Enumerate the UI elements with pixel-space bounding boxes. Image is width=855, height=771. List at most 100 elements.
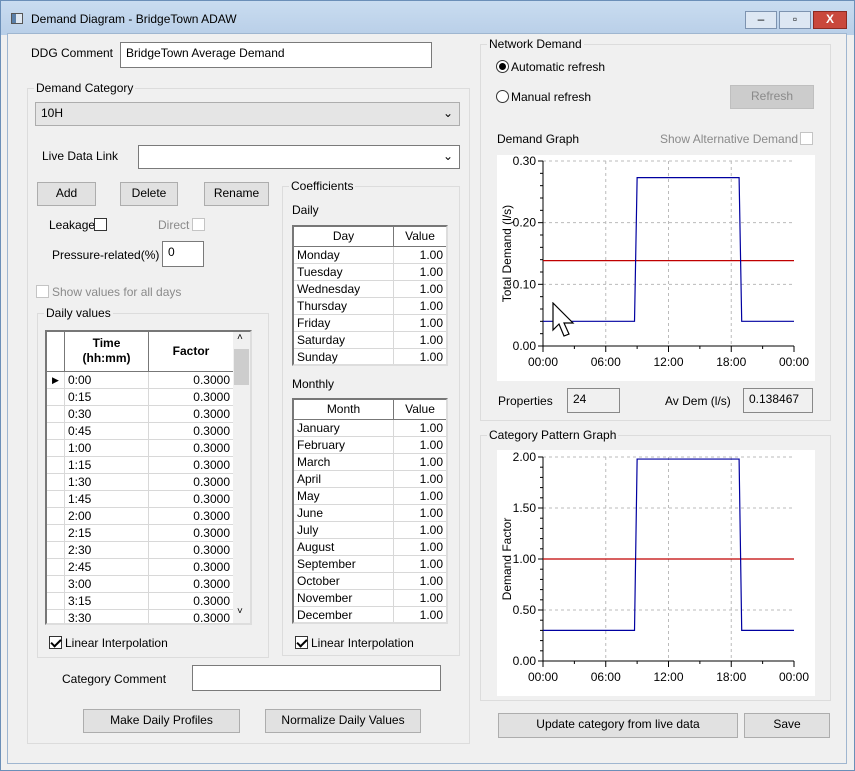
daily-coefficient-row[interactable]: Tuesday 1.00 xyxy=(294,264,446,281)
value-cell[interactable]: 1.00 xyxy=(394,332,446,348)
value-cell[interactable]: 1.00 xyxy=(394,247,446,263)
refresh-button[interactable]: Refresh xyxy=(730,85,814,109)
factor-cell[interactable]: 0.3000 xyxy=(149,508,234,524)
monthly-coefficient-row[interactable]: May 1.00 xyxy=(294,488,446,505)
time-cell[interactable]: 2:30 xyxy=(65,542,149,558)
monthly-coefficient-row[interactable]: October 1.00 xyxy=(294,573,446,590)
close-button[interactable]: X xyxy=(813,11,847,29)
factor-cell[interactable]: 0.3000 xyxy=(149,542,234,558)
row-header[interactable] xyxy=(47,423,65,439)
daily-value-row[interactable]: 3:00 0.3000 xyxy=(47,576,250,593)
value-cell[interactable]: 1.00 xyxy=(394,349,446,364)
value-cell[interactable]: 1.00 xyxy=(394,420,446,436)
time-cell[interactable]: 3:00 xyxy=(65,576,149,592)
ddg-comment-input[interactable]: BridgeTown Average Demand xyxy=(120,42,432,68)
time-cell[interactable]: 1:15 xyxy=(65,457,149,473)
factor-cell[interactable]: 0.3000 xyxy=(149,525,234,541)
value-cell[interactable]: 1.00 xyxy=(394,488,446,504)
time-cell[interactable]: 1:45 xyxy=(65,491,149,507)
factor-cell[interactable]: 0.3000 xyxy=(149,491,234,507)
value-cell[interactable]: 1.00 xyxy=(394,298,446,314)
row-header[interactable] xyxy=(47,559,65,575)
month-column-header[interactable]: Month xyxy=(294,400,394,419)
daily-value-row[interactable]: 2:30 0.3000 xyxy=(47,542,250,559)
monthly-coefficient-row[interactable]: November 1.00 xyxy=(294,590,446,607)
value-cell[interactable]: 1.00 xyxy=(394,471,446,487)
daily-linear-interpolation-checkbox[interactable] xyxy=(49,636,62,649)
add-button[interactable]: Add xyxy=(37,182,96,206)
daily-value-row[interactable]: 3:15 0.3000 xyxy=(47,593,250,610)
monthly-coefficient-row[interactable]: March 1.00 xyxy=(294,454,446,471)
delete-button[interactable]: Delete xyxy=(120,182,178,206)
daily-value-row[interactable]: 1:30 0.3000 xyxy=(47,474,250,491)
daily-coefficient-row[interactable]: Wednesday 1.00 xyxy=(294,281,446,298)
monthly-coefficient-row[interactable]: February 1.00 xyxy=(294,437,446,454)
value-cell[interactable]: 1.00 xyxy=(394,264,446,280)
value-cell[interactable]: 1.00 xyxy=(394,556,446,572)
time-cell[interactable]: 0:30 xyxy=(65,406,149,422)
time-cell[interactable]: 1:00 xyxy=(65,440,149,456)
daily-value-row[interactable]: 0:45 0.3000 xyxy=(47,423,250,440)
row-header[interactable] xyxy=(47,508,65,524)
update-category-button[interactable]: Update category from live data xyxy=(498,713,738,738)
value-cell[interactable]: 1.00 xyxy=(394,573,446,589)
daily-value-row[interactable]: 2:45 0.3000 xyxy=(47,559,250,576)
value-cell[interactable]: 1.00 xyxy=(394,522,446,538)
factor-cell[interactable]: 0.3000 xyxy=(149,423,234,439)
monthly-coefficient-row[interactable]: December 1.00 xyxy=(294,607,446,622)
daily-value-row[interactable]: 1:00 0.3000 xyxy=(47,440,250,457)
value-cell[interactable]: 1.00 xyxy=(394,607,446,622)
factor-cell[interactable]: 0.3000 xyxy=(149,389,234,405)
factor-cell[interactable]: 0.3000 xyxy=(149,440,234,456)
monthly-coefficient-row[interactable]: July 1.00 xyxy=(294,522,446,539)
scrollbar[interactable]: ˄ ˅ xyxy=(233,332,250,623)
value-cell[interactable]: 1.00 xyxy=(394,505,446,521)
pressure-related-input[interactable]: 0 xyxy=(162,241,204,267)
value-column-header[interactable]: Value xyxy=(394,227,446,246)
row-header[interactable] xyxy=(47,593,65,609)
current-row-arrow-icon[interactable]: ▶ xyxy=(47,372,65,388)
row-header[interactable] xyxy=(47,576,65,592)
row-header[interactable] xyxy=(47,440,65,456)
value-column-header[interactable]: Value xyxy=(394,400,446,419)
rename-button[interactable]: Rename xyxy=(204,182,269,206)
category-comment-input[interactable] xyxy=(192,665,441,691)
row-header[interactable] xyxy=(47,525,65,541)
daily-value-row[interactable]: 1:15 0.3000 xyxy=(47,457,250,474)
time-cell[interactable]: 0:45 xyxy=(65,423,149,439)
daily-value-row[interactable]: 0:15 0.3000 xyxy=(47,389,250,406)
automatic-refresh-radio[interactable] xyxy=(496,60,509,73)
time-cell[interactable]: 3:15 xyxy=(65,593,149,609)
live-data-link-select[interactable]: ⌄ xyxy=(138,145,460,169)
day-column-header[interactable]: Day xyxy=(294,227,394,246)
value-cell[interactable]: 1.00 xyxy=(394,437,446,453)
monthly-coefficient-row[interactable]: September 1.00 xyxy=(294,556,446,573)
time-cell[interactable]: 0:15 xyxy=(65,389,149,405)
daily-coefficient-row[interactable]: Thursday 1.00 xyxy=(294,298,446,315)
row-header[interactable] xyxy=(47,389,65,405)
factor-cell[interactable]: 0.3000 xyxy=(149,593,234,609)
save-button[interactable]: Save xyxy=(744,713,830,738)
daily-value-row[interactable]: 2:00 0.3000 xyxy=(47,508,250,525)
daily-value-row[interactable]: 2:15 0.3000 xyxy=(47,525,250,542)
factor-cell[interactable]: 0.3000 xyxy=(149,406,234,422)
time-cell[interactable]: 3:30 xyxy=(65,610,149,623)
maximize-button[interactable]: ▫ xyxy=(779,11,811,29)
time-cell[interactable]: 2:45 xyxy=(65,559,149,575)
manual-refresh-radio[interactable] xyxy=(496,90,509,103)
monthly-coefficient-row[interactable]: August 1.00 xyxy=(294,539,446,556)
row-header[interactable] xyxy=(47,542,65,558)
minimize-button[interactable]: – xyxy=(745,11,777,29)
factor-cell[interactable]: 0.3000 xyxy=(149,576,234,592)
daily-coefficient-row[interactable]: Monday 1.00 xyxy=(294,247,446,264)
row-header[interactable] xyxy=(47,474,65,490)
daily-coefficient-row[interactable]: Sunday 1.00 xyxy=(294,349,446,364)
value-cell[interactable]: 1.00 xyxy=(394,315,446,331)
row-header[interactable] xyxy=(47,457,65,473)
factor-cell[interactable]: 0.3000 xyxy=(149,474,234,490)
row-header[interactable] xyxy=(47,406,65,422)
show-alternative-demand-checkbox[interactable] xyxy=(800,132,813,145)
time-cell[interactable]: 2:00 xyxy=(65,508,149,524)
demand-category-select[interactable]: 10H ⌄ xyxy=(35,102,460,126)
leakage-checkbox[interactable] xyxy=(94,218,107,231)
